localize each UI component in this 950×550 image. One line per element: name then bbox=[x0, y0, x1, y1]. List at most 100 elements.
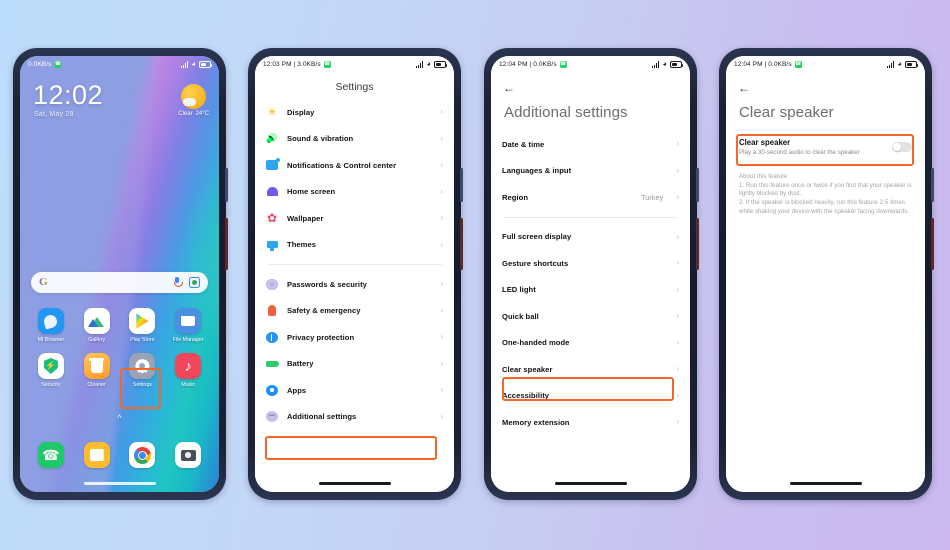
whatsapp-icon: ☎ bbox=[794, 61, 802, 68]
row-label: Full screen display bbox=[502, 232, 572, 242]
chevron-up-icon[interactable]: ^ bbox=[20, 413, 219, 423]
lens-icon[interactable] bbox=[189, 277, 200, 288]
row-label: Accessibility bbox=[502, 391, 550, 401]
home-indicator[interactable] bbox=[83, 482, 156, 485]
toggle-text: Clear speaker Play a 30-second audio to … bbox=[739, 138, 884, 156]
app-mi-browser[interactable]: Mi Browser bbox=[28, 308, 74, 343]
app-gallery[interactable]: Gallery bbox=[74, 308, 120, 343]
sidebar-item-display[interactable]: Display › bbox=[255, 99, 454, 126]
sidebar-item-sound[interactable]: Sound & vibration › bbox=[255, 126, 454, 153]
row-clear-speaker[interactable]: Clear speaker › bbox=[491, 356, 690, 383]
phone-2-settings: 12:03 PM | 3.0KB/s ☎ ◕ Settings Display … bbox=[248, 48, 463, 500]
status-time-text: 12:04 PM | 0.0KB/s bbox=[499, 61, 557, 68]
whatsapp-icon: ☎ bbox=[323, 61, 331, 68]
list-divider bbox=[503, 216, 678, 218]
row-accessibility[interactable]: Accessibility › bbox=[491, 383, 690, 410]
phone-1-screen: 0.0KB/s ☎ ◕ 12:02 Sat, May 28 Clear 24°C … bbox=[20, 56, 219, 492]
row-gesture-shortcuts[interactable]: Gesture shortcuts › bbox=[491, 250, 690, 277]
app-label: Cleaner bbox=[87, 382, 106, 388]
row-region[interactable]: Region Turkey › bbox=[491, 184, 690, 211]
sidebar-item-notifications[interactable]: Notifications & Control center › bbox=[255, 152, 454, 179]
app-label: Mi Browser bbox=[37, 337, 65, 343]
row-label: Display bbox=[287, 107, 315, 117]
chevron-right-icon: › bbox=[676, 311, 679, 321]
row-one-handed-mode[interactable]: One-handed mode › bbox=[491, 330, 690, 357]
cleaner-icon bbox=[83, 353, 110, 379]
back-arrow-icon: ← bbox=[503, 81, 515, 95]
row-label: Date & time bbox=[502, 139, 545, 149]
phone-3-screen: 12:04 PM | 0.0KB/s ☎ ◕ ← Additional sett… bbox=[491, 56, 690, 492]
camera-icon[interactable] bbox=[175, 442, 202, 468]
sidebar-item-privacy[interactable]: Privacy protection › bbox=[255, 324, 454, 351]
app-settings[interactable]: Settings bbox=[120, 353, 166, 388]
row-label: Home screen bbox=[287, 187, 336, 197]
about-line-1: 1. Run this feature once or twice if you… bbox=[739, 181, 912, 198]
sidebar-item-battery[interactable]: Battery › bbox=[255, 351, 454, 378]
sidebar-item-passwords[interactable]: Passwords & security › bbox=[255, 271, 454, 298]
row-label: Safety & emergency bbox=[287, 306, 361, 316]
row-label: Gesture shortcuts bbox=[502, 258, 569, 268]
sidebar-item-home-screen[interactable]: Home screen › bbox=[255, 179, 454, 206]
app-play-store[interactable]: Play Store bbox=[120, 308, 166, 343]
weather-temperature: 24°C bbox=[195, 111, 209, 117]
chevron-right-icon: › bbox=[676, 139, 679, 149]
row-full-screen-display[interactable]: Full screen display › bbox=[491, 224, 690, 251]
app-cleaner[interactable]: Cleaner bbox=[74, 353, 120, 388]
settings-list: Display › Sound & vibration › Notificati… bbox=[255, 99, 454, 492]
chevron-right-icon: › bbox=[440, 385, 443, 395]
mic-icon[interactable] bbox=[173, 277, 184, 288]
play-store-icon bbox=[129, 308, 156, 334]
weather-widget[interactable]: Clear 24°C bbox=[178, 84, 209, 117]
row-label: Themes bbox=[287, 240, 316, 250]
wifi-icon: ◕ bbox=[191, 61, 196, 68]
notification-icon bbox=[266, 158, 280, 171]
chevron-right-icon: › bbox=[440, 332, 443, 342]
chevron-right-icon: › bbox=[676, 165, 679, 175]
app-file-manager[interactable]: File Manager bbox=[165, 308, 211, 343]
weather-text: Clear 24°C bbox=[178, 111, 209, 117]
home-date: Sat, May 28 bbox=[34, 111, 74, 118]
back-button[interactable]: ← bbox=[491, 73, 690, 97]
status-bar-right: ◕ bbox=[415, 61, 448, 68]
phone-3-additional-settings: 12:04 PM | 0.0KB/s ☎ ◕ ← Additional sett… bbox=[484, 48, 699, 500]
phone-4-clear-speaker: 12:04 PM | 0.0KB/s ☎ ◕ ← Clear speaker C… bbox=[719, 48, 934, 500]
battery-icon bbox=[670, 61, 684, 68]
brightness-icon bbox=[266, 106, 278, 118]
clear-speaker-toggle-row[interactable]: Clear speaker Play a 30-second audio to … bbox=[726, 131, 925, 163]
ellipsis-icon bbox=[266, 411, 278, 423]
row-led-light[interactable]: LED light › bbox=[491, 277, 690, 304]
row-label: Memory extension bbox=[502, 417, 570, 427]
app-label: Security bbox=[41, 382, 61, 388]
app-security[interactable]: Security bbox=[28, 353, 74, 388]
security-icon bbox=[37, 353, 64, 379]
google-search-bar[interactable]: G bbox=[31, 272, 208, 293]
settings-page: 12:03 PM | 3.0KB/s ☎ ◕ Settings Display … bbox=[255, 56, 454, 492]
row-languages-input[interactable]: Languages & input › bbox=[491, 158, 690, 185]
messages-icon[interactable] bbox=[83, 442, 110, 468]
row-quick-ball[interactable]: Quick ball › bbox=[491, 303, 690, 330]
home-indicator[interactable] bbox=[318, 482, 391, 485]
wallpaper-icon bbox=[266, 212, 278, 224]
row-date-time[interactable]: Date & time › bbox=[491, 131, 690, 158]
sidebar-item-themes[interactable]: Themes › bbox=[255, 232, 454, 259]
battery-icon bbox=[905, 61, 919, 68]
sidebar-item-safety[interactable]: Safety & emergency › bbox=[255, 298, 454, 325]
sidebar-item-additional-settings[interactable]: Additional settings › bbox=[255, 404, 454, 431]
sidebar-item-apps[interactable]: Apps › bbox=[255, 377, 454, 404]
sidebar-item-wallpaper[interactable]: Wallpaper › bbox=[255, 205, 454, 232]
back-button[interactable]: ← bbox=[726, 73, 925, 97]
home-indicator[interactable] bbox=[789, 482, 862, 485]
clear-speaker-switch[interactable] bbox=[892, 142, 912, 152]
status-bar-right: ◕ bbox=[886, 61, 919, 68]
home-indicator[interactable] bbox=[554, 482, 627, 485]
chevron-right-icon: › bbox=[676, 364, 679, 374]
chevron-right-icon: › bbox=[676, 284, 679, 294]
phone-icon[interactable] bbox=[37, 442, 64, 468]
row-label: Sound & vibration bbox=[287, 134, 354, 144]
chrome-icon[interactable] bbox=[129, 442, 156, 468]
app-music[interactable]: Music bbox=[165, 353, 211, 388]
music-icon bbox=[175, 353, 202, 379]
row-memory-extension[interactable]: Memory extension › bbox=[491, 409, 690, 436]
siren-icon bbox=[266, 305, 278, 317]
chevron-right-icon: › bbox=[676, 417, 679, 427]
